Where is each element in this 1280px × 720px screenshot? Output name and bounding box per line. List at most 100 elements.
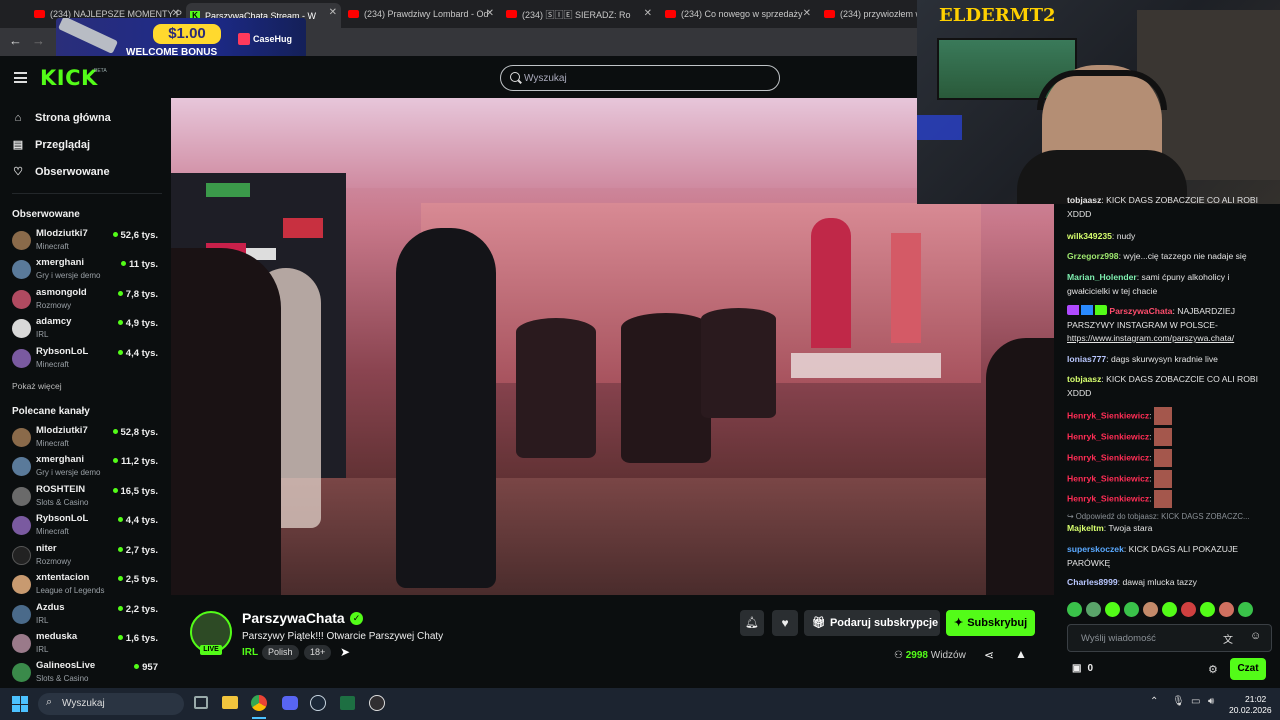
star-icon: ✦	[954, 617, 964, 629]
sidebar-channel[interactable]: Mlodziutki7 Minecraft 52,8 tys.	[12, 425, 162, 451]
microphone-icon[interactable]: 🎙︎	[1172, 696, 1185, 707]
sidebar-channel[interactable]: xmerghani Gry i wersje demo 11,2 tys.	[12, 454, 162, 480]
sidebar-channel[interactable]: meduska IRL 1,6 tys.	[12, 631, 162, 657]
emote-icon[interactable]	[1238, 602, 1253, 617]
report-icon[interactable]: ▲	[1015, 647, 1027, 661]
close-icon[interactable]: ✕	[329, 7, 337, 18]
sidebar-channel[interactable]: RybsonLoL Minecraft 4,4 tys.	[12, 513, 162, 539]
person	[986, 338, 1054, 595]
forward-icon[interactable]: →	[32, 33, 45, 48]
excel-icon[interactable]	[340, 696, 355, 710]
chest-icon: ▣	[1072, 663, 1082, 674]
menu-icon[interactable]	[14, 72, 27, 83]
webcam-brand: ELDERMT2	[939, 5, 1056, 26]
instagram-link[interactable]: https://www.instagram.com/parszywa.chata…	[1067, 333, 1234, 343]
notification-button[interactable]: 🔔︎	[740, 610, 764, 636]
browser-tab[interactable]: (234) 🅂🄸🄴 SIERADZ: Ro ✕	[506, 4, 656, 24]
followed-section-title: Obserwowane	[12, 209, 80, 220]
close-icon[interactable]: ✕	[486, 8, 494, 19]
nav-following[interactable]: ♡ Obserwowane	[12, 166, 110, 178]
chevron-up-icon[interactable]: ⌃	[1150, 696, 1158, 707]
taskbar-search[interactable]: ⌕ Wyszukaj	[38, 693, 184, 715]
sidebar-channel[interactable]: xmerghani Gry i wersje demo 11 tys.	[12, 257, 162, 283]
sidebar: ⌂ Strona główna ▤ Przeglądaj ♡ Obserwowane …	[0, 98, 170, 688]
avatar	[12, 605, 31, 624]
subscribe-button[interactable]: ✦ Subskrybuj	[946, 610, 1035, 636]
settings-icon[interactable]: ⚙	[1208, 663, 1218, 676]
channel-points[interactable]: ▣ 0	[1072, 663, 1093, 674]
avatar	[12, 349, 31, 368]
beta-badge: BETA	[94, 68, 107, 74]
file-explorer-icon[interactable]	[222, 696, 238, 709]
emote-bar[interactable]	[1067, 602, 1277, 618]
channel-name[interactable]: ParszywaChata	[242, 610, 345, 626]
emote-icon	[1153, 470, 1172, 488]
close-icon[interactable]: ✕	[644, 8, 652, 19]
emoji-icon[interactable]: ☺	[1250, 630, 1261, 642]
chat-message: Henryk_Sienkiewicz:	[1067, 407, 1272, 425]
discord-icon[interactable]	[282, 696, 298, 710]
emote-icon[interactable]	[1219, 602, 1234, 617]
sidebar-channel[interactable]: GalineosLive Slots & Casino 957	[12, 660, 162, 686]
emote-icon[interactable]	[1181, 602, 1196, 617]
gift-sub-button[interactable]: 🎁︎ Podaruj subskrypcje	[804, 610, 940, 636]
share-icon[interactable]: ⋖	[984, 648, 994, 662]
person	[396, 228, 496, 588]
category-link[interactable]: IRL	[242, 647, 258, 658]
sidebar-channel[interactable]: xntentacion League of Legends 2,5 tys.	[12, 572, 162, 598]
live-badge: LIVE	[200, 645, 222, 655]
volume-icon[interactable]: 🔊︎	[1208, 696, 1214, 707]
tag[interactable]: 18+	[304, 645, 332, 660]
emote-icon[interactable]	[1105, 602, 1120, 617]
chat-message: Henryk_Sienkiewicz:	[1067, 470, 1272, 488]
chrome-icon[interactable]	[251, 695, 267, 711]
search-input[interactable]: Wyszukaj	[500, 65, 780, 91]
sidebar-channel[interactable]: ROSHTEIN Slots & Casino 16,5 tys.	[12, 484, 162, 510]
sidebar-channel[interactable]: asmongold Rozmowy 7,8 tys.	[12, 287, 162, 313]
back-icon[interactable]: ←	[9, 33, 22, 48]
emote-icon[interactable]	[1200, 602, 1215, 617]
ad-brand: CaseHug	[253, 34, 293, 44]
translate-icon[interactable]: 文	[1223, 631, 1233, 646]
browser-tab[interactable]: (234) Co nowego w sprzedaży ✕	[665, 4, 815, 24]
sidebar-channel[interactable]: adamcy IRL 4,9 tys.	[12, 316, 162, 342]
steam-icon[interactable]	[310, 695, 326, 711]
emote-icon[interactable]	[1086, 602, 1101, 617]
emote-icon[interactable]	[1067, 602, 1082, 617]
sidebar-channel[interactable]: Azdus IRL 2,2 tys.	[12, 602, 162, 628]
heart-icon: ♥	[781, 616, 789, 630]
close-icon[interactable]: ✕	[803, 8, 811, 19]
browser-tab[interactable]: (234) Prawdziwy Lombard - Od ✕	[348, 4, 498, 24]
sidebar-channel[interactable]: RybsonLoL Minecraft 4,4 tys.	[12, 346, 162, 372]
follow-button[interactable]: ♥	[772, 610, 798, 636]
casehug-logo-icon	[238, 33, 250, 45]
windows-start-icon[interactable]	[12, 696, 28, 712]
emote-icon	[1153, 428, 1172, 446]
avatar	[12, 487, 31, 506]
clock-time[interactable]: 21:02	[1245, 694, 1266, 704]
emote-icon[interactable]	[1162, 602, 1177, 617]
emote-icon[interactable]	[1143, 602, 1158, 617]
nav-home[interactable]: ⌂ Strona główna	[12, 112, 111, 124]
chat-input[interactable]: Wyślij wiadomość 文 ☺	[1067, 624, 1272, 652]
side-table	[791, 353, 941, 378]
nav-browse[interactable]: ▤ Przeglądaj	[12, 139, 90, 151]
chat-message: Henryk_Sienkiewicz:	[1067, 449, 1272, 467]
send-chat-button[interactable]: Czat	[1230, 658, 1266, 680]
browser-tab[interactable]: (234) przywiozłem wie	[824, 4, 919, 24]
obs-icon[interactable]	[369, 695, 385, 711]
avatar	[12, 319, 31, 338]
task-view-icon[interactable]	[194, 696, 208, 709]
display-icon[interactable]: ▭	[1191, 696, 1200, 707]
headphones	[1037, 70, 1167, 110]
sidebar-channel[interactable]: niter Rozmowy 2,7 tys.	[12, 543, 162, 569]
show-more-link[interactable]: Pokaż więcej	[12, 381, 62, 391]
clock-date[interactable]: 20.02.2026	[1229, 705, 1272, 715]
cocktail-table	[516, 318, 596, 458]
avatar	[12, 260, 31, 279]
windows-taskbar: ⌕ Wyszukaj ⌃ 🎙︎ ▭ 🔊︎ 21:02 20.02.2026	[0, 688, 1280, 720]
sidebar-channel[interactable]: Mlodziutki7 Minecraft 52,6 tys.	[12, 228, 162, 254]
kick-logo[interactable]: KICK	[40, 66, 98, 90]
tag[interactable]: Polish	[262, 645, 299, 660]
emote-icon[interactable]	[1124, 602, 1139, 617]
